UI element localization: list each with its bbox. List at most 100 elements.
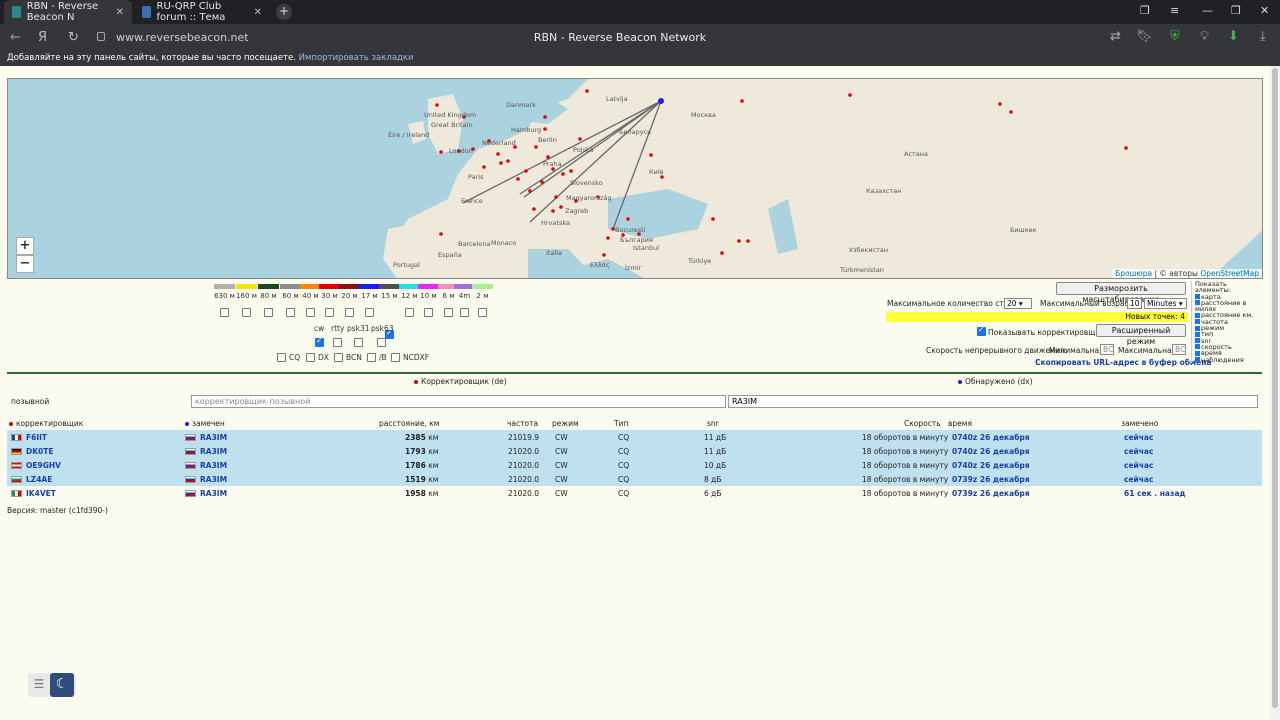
spotted-cell[interactable]: RA3IM bbox=[185, 447, 227, 456]
leaflet-link[interactable]: Брошюра bbox=[1115, 269, 1152, 278]
spotted-cell[interactable]: RA3IM bbox=[185, 461, 227, 470]
advanced-mode-button[interactable]: Расширенный режим bbox=[1096, 324, 1186, 346]
spotter-callsign[interactable]: IK4VET bbox=[26, 489, 56, 498]
type-dx-checkbox[interactable] bbox=[306, 353, 315, 362]
band-6m-checkbox[interactable] bbox=[444, 308, 453, 317]
time-cell[interactable]: 0739z 26 декабря bbox=[952, 475, 1030, 484]
osm-link[interactable]: OpenStreetMap bbox=[1200, 269, 1259, 278]
dx-callsign-input[interactable]: RA3IM bbox=[728, 395, 1258, 408]
spotted-callsign[interactable]: RA3IM bbox=[200, 447, 227, 456]
band-80m-checkbox[interactable] bbox=[264, 308, 273, 317]
minimize-icon[interactable]: — bbox=[1202, 4, 1213, 17]
spot-map[interactable]: Latvija Москва Danmark United Kingdom Gr… bbox=[7, 78, 1263, 279]
spotter-cell[interactable]: OE9GHV bbox=[11, 461, 61, 470]
tab-ru-qrp[interactable]: RU-QRP Club forum :: Тема ✕ bbox=[134, 0, 270, 24]
mode-psk31-checkbox[interactable] bbox=[354, 338, 363, 347]
spotted-callsign[interactable]: RA3IM bbox=[200, 475, 227, 484]
translate-icon[interactable]: ⇄ bbox=[1110, 29, 1121, 44]
downloads-tray-icon[interactable]: ⤓ bbox=[1260, 29, 1266, 44]
element-checkbox[interactable] bbox=[1195, 312, 1200, 318]
seen-cell[interactable]: сейчас bbox=[1124, 475, 1153, 484]
speed-min-input[interactable]: ВС bbox=[1100, 344, 1114, 355]
page-scrollbar[interactable] bbox=[1270, 66, 1280, 720]
element-checkbox[interactable] bbox=[1195, 319, 1200, 325]
band-10m-checkbox[interactable] bbox=[424, 308, 433, 317]
spotter-callsign[interactable]: F6IIT bbox=[26, 433, 47, 442]
scrollbar-thumb[interactable] bbox=[1272, 68, 1278, 708]
col-seen[interactable]: замечено bbox=[1121, 419, 1158, 428]
seen-cell[interactable]: сейчас bbox=[1124, 447, 1153, 456]
spotted-cell[interactable]: RA3IM bbox=[185, 475, 227, 484]
speed-max-input[interactable]: ВС bbox=[1172, 344, 1186, 355]
col-time[interactable]: время bbox=[948, 419, 972, 428]
new-tab-button[interactable]: + bbox=[276, 4, 292, 20]
time-cell[interactable]: 0740z 26 декабря bbox=[952, 447, 1030, 456]
col-type[interactable]: Тип bbox=[614, 419, 628, 428]
spotter-callsign[interactable]: LZ4AE bbox=[26, 475, 52, 484]
spotter-callsign[interactable]: DK0TE bbox=[26, 447, 54, 456]
band-160m-checkbox[interactable] bbox=[242, 308, 251, 317]
table-row[interactable]: LZ4AE RA3IM 1519 км 21020.0 CW CQ 8 дБ 1… bbox=[7, 472, 1262, 486]
max-age-input[interactable]: 10 bbox=[1127, 298, 1142, 309]
band-40m-checkbox[interactable] bbox=[306, 308, 315, 317]
spotter-cell[interactable]: F6IIT bbox=[11, 433, 47, 442]
zoom-out-button[interactable]: − bbox=[16, 255, 34, 273]
copy-url-link[interactable]: Скопировать URL-адрес в буфер обмена bbox=[1035, 358, 1211, 367]
time-cell[interactable]: 0739z 26 декабря bbox=[952, 489, 1030, 498]
max-rows-select[interactable]: 20 ▾ bbox=[1004, 298, 1032, 309]
zoom-in-button[interactable]: + bbox=[16, 237, 34, 255]
maximize-icon[interactable]: ❐ bbox=[1231, 4, 1241, 17]
spotter-cell[interactable]: DK0TE bbox=[11, 447, 54, 456]
band-30m-checkbox[interactable] bbox=[325, 308, 334, 317]
close-window-icon[interactable]: ✕ bbox=[1260, 4, 1269, 17]
type-cq-checkbox[interactable] bbox=[277, 353, 286, 362]
spotter-callsign[interactable]: OE9GHV bbox=[26, 461, 61, 470]
close-tab-icon[interactable]: ✕ bbox=[116, 7, 124, 18]
tabs-list-icon[interactable]: ❐ bbox=[1140, 4, 1150, 17]
download-icon[interactable]: ⬇ bbox=[1228, 29, 1239, 44]
spotter-cell[interactable]: IK4VET bbox=[11, 489, 56, 498]
table-row[interactable]: F6IIT RA3IM 2385 км 21019.9 CW CQ 11 дБ … bbox=[7, 430, 1262, 444]
seen-cell[interactable]: 61 сек . назад bbox=[1124, 489, 1185, 498]
element-checkbox[interactable] bbox=[1195, 338, 1200, 344]
element-checkbox[interactable] bbox=[1195, 357, 1200, 363]
table-row[interactable]: OE9GHV RA3IM 1786 км 21020.0 CW CQ 10 дБ… bbox=[7, 458, 1262, 472]
seen-cell[interactable]: сейчас bbox=[1124, 461, 1153, 470]
type-ncdxf-checkbox[interactable] bbox=[391, 353, 400, 362]
mode-cw-checkbox[interactable] bbox=[315, 336, 324, 347]
night-mode-icon[interactable]: ☾ bbox=[50, 673, 74, 697]
protect-icon[interactable]: ⛨ bbox=[1170, 29, 1180, 44]
import-bookmarks-link[interactable]: Импортировать закладки bbox=[299, 53, 414, 63]
band-12m-checkbox[interactable] bbox=[405, 308, 414, 317]
mode-rtty-checkbox[interactable] bbox=[333, 338, 342, 347]
col-snr[interactable]: snr bbox=[707, 419, 719, 428]
time-cell[interactable]: 0740z 26 декабря bbox=[952, 433, 1030, 442]
show-skimmers-checkbox[interactable] bbox=[977, 325, 986, 336]
col-distance[interactable]: расстояние, км bbox=[379, 419, 439, 428]
spotted-callsign[interactable]: RA3IM bbox=[200, 489, 227, 498]
type-bcn-checkbox[interactable] bbox=[334, 353, 343, 362]
type-b-checkbox[interactable] bbox=[367, 353, 376, 362]
band-2m-checkbox[interactable] bbox=[478, 308, 487, 317]
spotted-callsign[interactable]: RA3IM bbox=[200, 461, 227, 470]
element-checkbox[interactable] bbox=[1195, 294, 1200, 300]
element-checkbox[interactable] bbox=[1195, 344, 1200, 350]
spotted-callsign[interactable]: RA3IM bbox=[200, 433, 227, 442]
band-4m-checkbox[interactable] bbox=[460, 308, 469, 317]
unfreeze-zoom-button[interactable]: Разморозить масштабирование bbox=[1056, 282, 1186, 304]
menu-icon[interactable]: ≡ bbox=[1170, 4, 1179, 17]
band-630m-checkbox[interactable] bbox=[220, 308, 229, 317]
sidebar-menu-icon[interactable]: ☰ bbox=[32, 677, 46, 691]
mode-psk63-checkbox[interactable] bbox=[377, 338, 386, 347]
element-toggle[interactable]: наблюдения bbox=[1195, 356, 1263, 363]
spotted-cell[interactable]: RA3IM bbox=[185, 433, 227, 442]
col-frequency[interactable]: частота bbox=[507, 419, 538, 428]
element-checkbox[interactable] bbox=[1195, 331, 1200, 337]
col-speed[interactable]: Скорость bbox=[904, 419, 941, 428]
band-60m-checkbox[interactable] bbox=[286, 308, 295, 317]
tab-rbn[interactable]: RBN - Reverse Beacon N ✕ bbox=[4, 0, 132, 24]
spotted-cell[interactable]: RA3IM bbox=[185, 489, 227, 498]
col-spotted[interactable]: замечен bbox=[185, 419, 225, 428]
bookmark-icon[interactable]: 🔖︎ bbox=[1136, 29, 1153, 44]
band-17m-checkbox[interactable] bbox=[365, 308, 374, 317]
